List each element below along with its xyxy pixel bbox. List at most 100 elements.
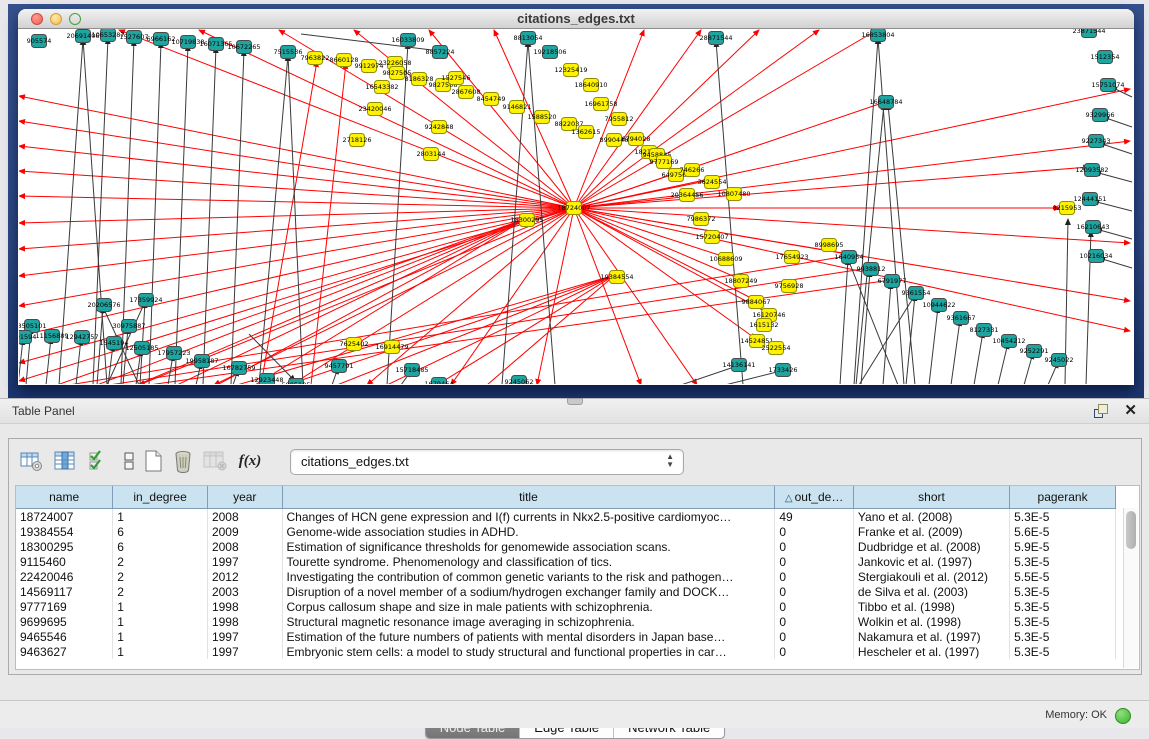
graph-node[interactable]: 18640910	[574, 79, 607, 92]
table-cell[interactable]: 5.6E-5	[1010, 524, 1116, 539]
graph-node[interactable]: 16648784	[869, 96, 902, 109]
table-cell[interactable]: de Silva et al. (2003)	[853, 584, 1009, 599]
table-cell[interactable]: 0	[775, 629, 854, 644]
graph-node[interactable]: 20206576	[87, 299, 120, 312]
function-builder-icon[interactable]: f(x)	[233, 447, 267, 475]
table-cell[interactable]: Jankovic et al. (1997)	[853, 554, 1009, 569]
float-panel-icon[interactable]	[1093, 403, 1109, 418]
table-cell[interactable]: 1998	[207, 614, 282, 629]
column-header-short[interactable]: short	[853, 486, 1009, 509]
table-cell[interactable]: 1997	[207, 644, 282, 659]
graph-node[interactable]: 16782759	[222, 362, 255, 375]
table-cell[interactable]: 5.9E-5	[1010, 539, 1116, 554]
table-cell[interactable]: Yano et al. (2008)	[853, 509, 1009, 525]
table-row[interactable]: 946554611997Estimation of the future num…	[16, 629, 1116, 644]
graph-node[interactable]: 1588520	[528, 111, 557, 124]
graph-node[interactable]: 6791977	[878, 275, 907, 288]
graph-node[interactable]: 905574	[27, 35, 52, 48]
split-divider-handle[interactable]	[567, 398, 583, 405]
table-cell[interactable]: 1998	[207, 599, 282, 614]
graph-node[interactable]: 10688609	[709, 253, 742, 266]
graph-node[interactable]: 12505185	[125, 342, 158, 355]
table-cell[interactable]: 5.3E-5	[1010, 614, 1116, 629]
graph-node[interactable]: 10807480	[717, 188, 750, 201]
table-cell[interactable]: 2	[113, 554, 208, 569]
table-cell[interactable]: 0	[775, 539, 854, 554]
table-cell[interactable]: 5.3E-5	[1010, 644, 1116, 659]
table-cell[interactable]: 9115460	[16, 554, 113, 569]
table-cell[interactable]: Franke et al. (2009)	[853, 524, 1009, 539]
table-cell[interactable]: 6	[113, 539, 208, 554]
table-cell[interactable]: 5.3E-5	[1010, 554, 1116, 569]
table-cell[interactable]: 2003	[207, 584, 282, 599]
table-chooser-combobox[interactable]: citations_edges.txt ▲▼	[290, 449, 684, 475]
table-cell[interactable]: 5.3E-5	[1010, 629, 1116, 644]
table-row[interactable]: 1872400712008Changes of HCN gene express…	[16, 509, 1116, 525]
table-cell[interactable]: 5.3E-5	[1010, 599, 1116, 614]
graph-node[interactable]: 7986372	[687, 213, 716, 226]
table-cell[interactable]: Tibbo et al. (1998)	[853, 599, 1009, 614]
column-header-name[interactable]: name	[16, 486, 113, 509]
table-cell[interactable]: 14569117	[16, 584, 113, 599]
graph-node[interactable]: 9146821	[503, 101, 532, 114]
table-cell[interactable]: Estimation of the future numbers of pati…	[282, 629, 775, 644]
graph-node[interactable]: 7955812	[605, 113, 634, 126]
table-cell[interactable]: 0	[775, 614, 854, 629]
graph-node[interactable]: 9938812	[857, 263, 886, 276]
graph-node[interactable]: 19958187	[185, 355, 218, 368]
graph-node[interactable]: 9777169	[650, 156, 679, 169]
table-cell[interactable]: 2008	[207, 509, 282, 525]
table-cell[interactable]: 5.3E-5	[1010, 584, 1116, 599]
table-cell[interactable]: 1	[113, 509, 208, 525]
graph-node[interactable]: 12325419	[554, 64, 587, 77]
table-cell[interactable]: Stergiakouli et al. (2012)	[853, 569, 1009, 584]
close-panel-icon[interactable]: ✕	[1124, 401, 1137, 419]
graph-node[interactable]: 19384554	[600, 271, 633, 284]
graph-node[interactable]: 7515536	[274, 46, 303, 59]
graph-node[interactable]: 28871544	[699, 32, 732, 45]
delete-table-icon[interactable]	[169, 447, 197, 475]
column-header-year[interactable]: year	[207, 486, 282, 509]
select-rows-icon[interactable]	[85, 447, 113, 475]
table-cell[interactable]: Nakamura et al. (1997)	[853, 629, 1009, 644]
table-cell[interactable]: 2008	[207, 539, 282, 554]
graph-node[interactable]: 12923448	[250, 374, 283, 385]
table-cell[interactable]: 9777169	[16, 599, 113, 614]
graph-node[interactable]: 2522554	[762, 342, 791, 355]
table-cell[interactable]: 1997	[207, 629, 282, 644]
graph-node[interactable]: 1527607	[120, 31, 149, 44]
table-row[interactable]: 946362711997Embryonic stem cells: a mode…	[16, 644, 1116, 659]
table-cell[interactable]: Dudbridge et al. (2008)	[853, 539, 1009, 554]
table-cell[interactable]: 5.3E-5	[1010, 509, 1116, 525]
table-cell[interactable]: 0	[775, 584, 854, 599]
graph-node[interactable]: 23871544	[1072, 29, 1105, 38]
table-row[interactable]: 969969511998Structural magnetic resonanc…	[16, 614, 1116, 629]
graph-node[interactable]: 10944622	[922, 299, 955, 312]
column-header-in_degree[interactable]: in_degree	[113, 486, 208, 509]
table-cell[interactable]: 2012	[207, 569, 282, 584]
graph-node[interactable]: 1640954	[835, 251, 864, 264]
table-cell[interactable]: 1	[113, 644, 208, 659]
table-cell[interactable]: Estimation of significance thresholds fo…	[282, 539, 775, 554]
graph-node[interactable]: 9756928	[775, 280, 804, 293]
table-cell[interactable]: 18724007	[16, 509, 113, 525]
graph-node[interactable]: 8127331	[970, 324, 999, 337]
graph-node[interactable]: 16914479	[375, 341, 408, 354]
table-cell[interactable]: Embryonic stem cells: a model to study s…	[282, 644, 775, 659]
table-settings-icon[interactable]	[17, 447, 45, 475]
graph-node[interactable]: 23420046	[358, 103, 391, 116]
table-cell[interactable]: 19384554	[16, 524, 113, 539]
network-canvas[interactable]: 9055742069140610653287152760769661621071…	[19, 29, 1133, 384]
graph-node[interactable]: 16543382	[365, 81, 398, 94]
graph-node[interactable]: 1615132	[750, 319, 779, 332]
graph-node[interactable]: 16033809	[391, 34, 424, 47]
graph-node[interactable]: 391594	[19, 331, 36, 344]
graph-node[interactable]: 9361667	[947, 312, 976, 325]
graph-node[interactable]: 5905185	[282, 379, 311, 385]
graph-node[interactable]: 8215953	[1053, 202, 1082, 215]
graph-node[interactable]: 9242848	[425, 121, 454, 134]
graph-node[interactable]: 11156889	[35, 330, 68, 343]
table-cell[interactable]: Changes of HCN gene expression and I(f) …	[282, 509, 775, 525]
graph-node[interactable]: 8813054	[514, 32, 543, 45]
table-cell[interactable]: 0	[775, 644, 854, 659]
